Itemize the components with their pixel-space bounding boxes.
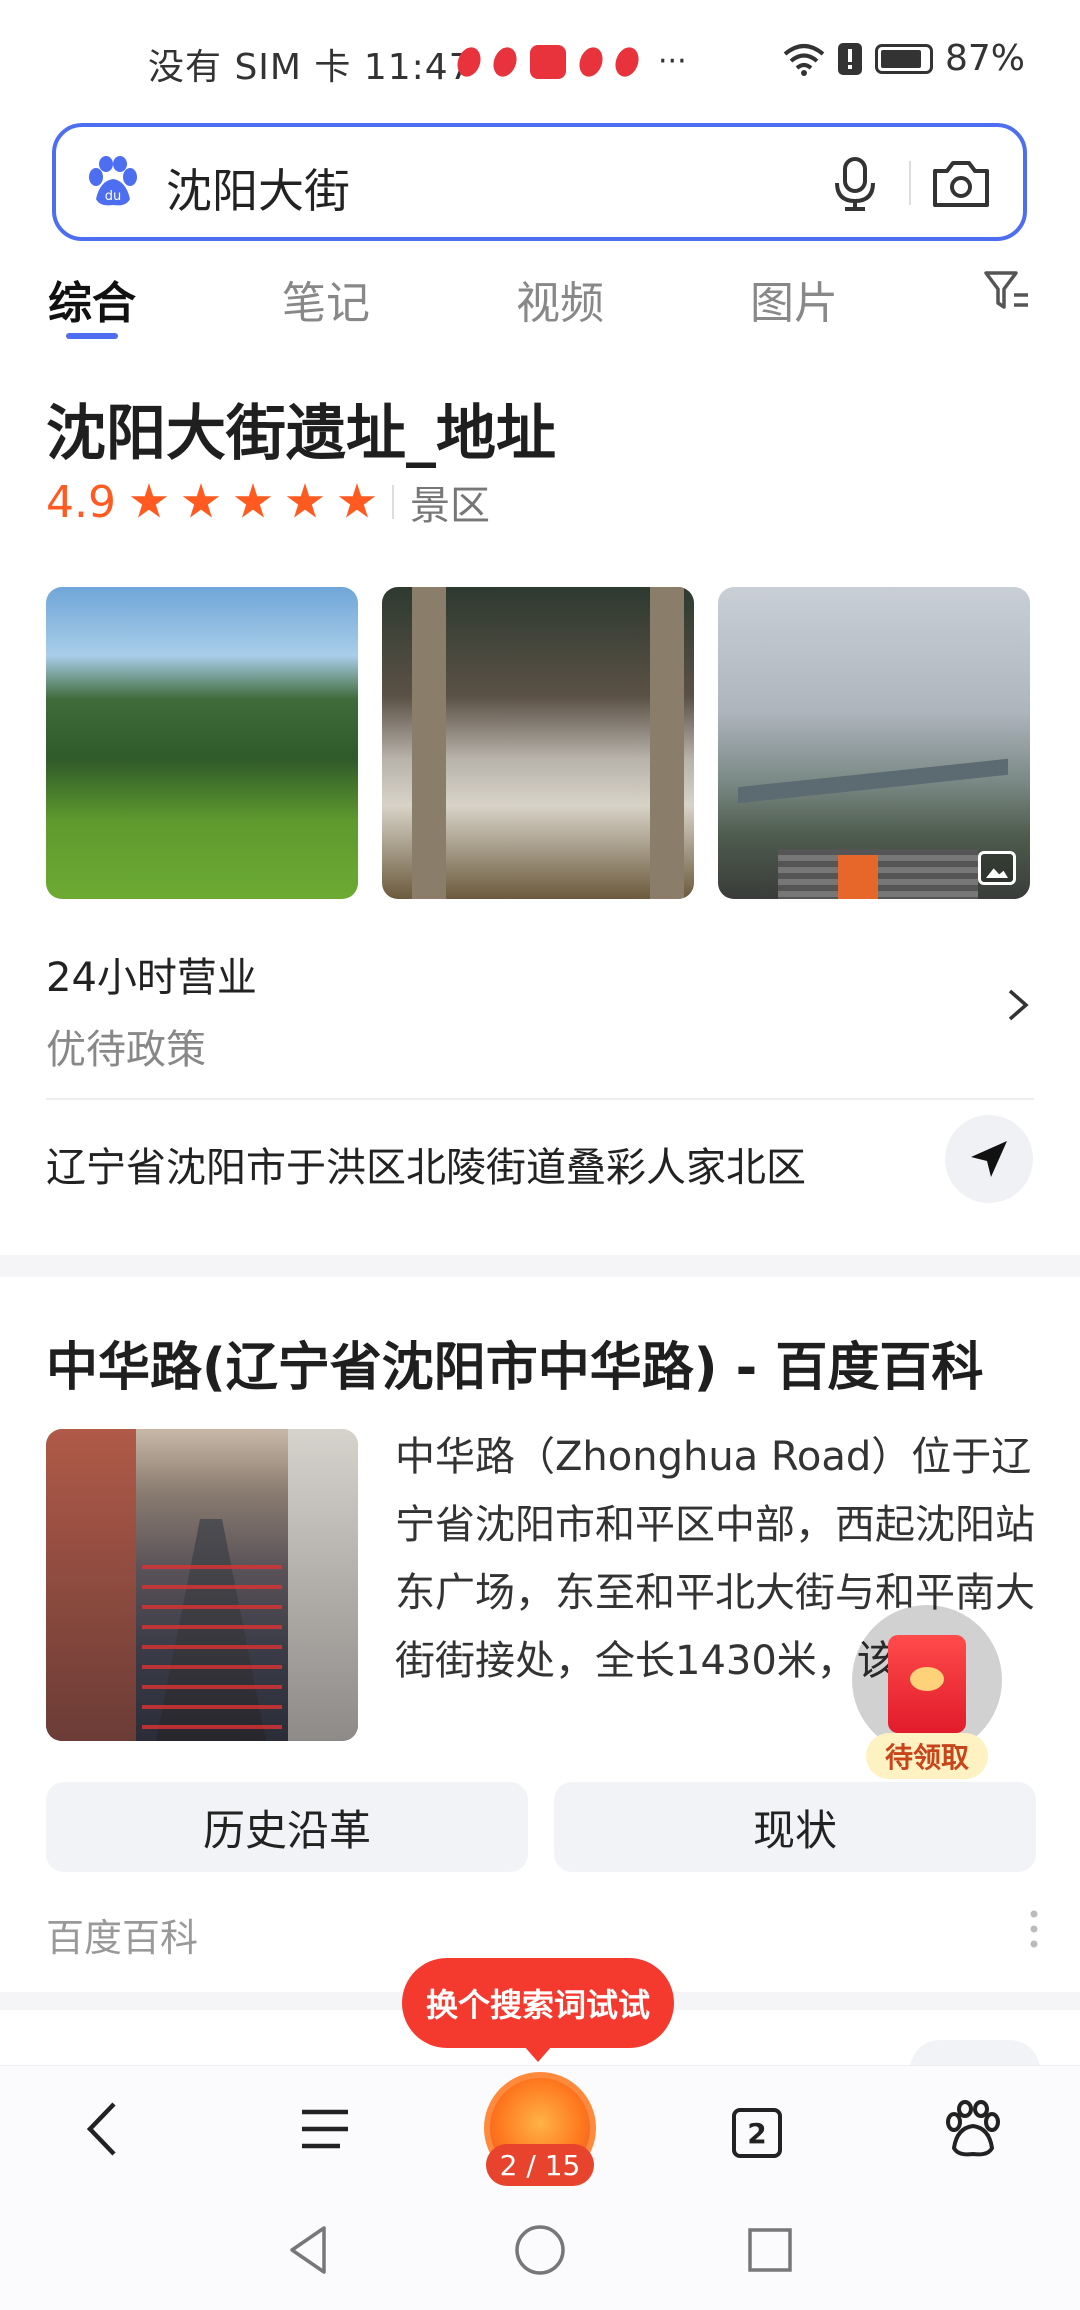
- baidu-paw-icon: du: [89, 156, 137, 206]
- svg-text:du: du: [105, 189, 122, 204]
- rating-value: 4.9: [46, 476, 116, 528]
- status-indicators: 87%: [783, 38, 1025, 79]
- battery-icon: [874, 43, 933, 74]
- battery-percent: 87%: [944, 38, 1025, 79]
- baike-title[interactable]: 中华路(辽宁省沈阳市中华路) - 百度百科: [46, 1325, 983, 1400]
- red-packet-icon: [888, 1635, 966, 1733]
- place-photo[interactable]: [46, 587, 358, 899]
- rating-row: 4.9 景区: [46, 473, 490, 531]
- divider: [46, 1098, 1034, 1100]
- active-tab-indicator: [66, 333, 118, 339]
- tab-notes[interactable]: 笔记: [282, 267, 370, 331]
- discount-policy: 优待政策: [46, 1027, 206, 1073]
- more-options-icon[interactable]: [1030, 1909, 1038, 1949]
- tab-videos[interactable]: 视频: [516, 267, 604, 331]
- star-icon: [234, 483, 272, 518]
- photo-detail: [412, 587, 446, 899]
- photo-strip: [46, 587, 1030, 899]
- tab-images[interactable]: 图片: [750, 267, 838, 331]
- photo-detail: [778, 849, 978, 899]
- change-keyword-bubble[interactable]: 换个搜索词试试: [402, 1958, 674, 2062]
- notification-icon: [611, 43, 643, 80]
- baike-thumbnail[interactable]: [46, 1429, 358, 1741]
- opening-hours: 24小时营业: [46, 955, 257, 1001]
- notification-icon: [489, 43, 521, 80]
- gallery-icon[interactable]: [978, 851, 1016, 885]
- star-icon: [338, 483, 376, 518]
- photo-detail: [288, 1429, 358, 1741]
- baike-chips: 历史沿革 现状: [46, 1782, 1036, 1872]
- mic-icon[interactable]: [825, 153, 885, 213]
- filter-icon[interactable]: [982, 267, 1032, 317]
- status-carrier-time: 没有 SIM 卡 11:47: [148, 47, 473, 88]
- search-tabs: 综合 笔记 视频 图片: [0, 245, 1080, 345]
- tabs-button[interactable]: 2: [732, 2108, 782, 2158]
- chevron-right-icon: [1008, 989, 1029, 1021]
- search-divider: [909, 161, 911, 205]
- place-address[interactable]: 辽宁省沈阳市于洪区北陵街道叠彩人家北区: [46, 1135, 806, 1193]
- photo-detail: [838, 855, 878, 899]
- star-icon: [130, 483, 168, 518]
- red-packet-seal: [910, 1667, 944, 1691]
- alert-icon: [837, 42, 862, 75]
- more-notifications: ···: [658, 44, 687, 79]
- place-photo[interactable]: [718, 587, 1030, 899]
- notification-icon: [453, 43, 485, 80]
- photo-detail: [142, 1549, 282, 1729]
- photo-detail: [46, 1429, 136, 1741]
- huawei-app-icon: [530, 44, 566, 79]
- status-bar: 没有 SIM 卡 11:47 ··· 87%: [0, 0, 1080, 115]
- star-icon: [182, 483, 220, 518]
- source-label: 百度百科: [46, 1916, 199, 1960]
- rating-stars: [130, 483, 376, 521]
- search-query[interactable]: 沈阳大街: [166, 155, 350, 221]
- rating-divider: [391, 485, 394, 519]
- notification-icon: [575, 43, 607, 80]
- red-packet-label: 待领取: [866, 1733, 988, 1779]
- menu-icon[interactable]: [290, 2094, 360, 2164]
- search-input[interactable]: du 沈阳大街: [52, 123, 1027, 241]
- page-counter: 2 / 15: [486, 2144, 594, 2186]
- camera-icon[interactable]: [929, 153, 993, 213]
- photo-detail: [650, 587, 684, 899]
- back-icon[interactable]: [70, 2094, 140, 2164]
- wifi-icon: [783, 43, 825, 76]
- search-bar-area: du 沈阳大街: [0, 115, 1080, 245]
- place-photo[interactable]: [382, 587, 694, 899]
- navigate-button[interactable]: [945, 1115, 1033, 1203]
- chip-current-status[interactable]: 现状: [554, 1782, 1036, 1872]
- system-home-icon[interactable]: [510, 2220, 570, 2280]
- place-card[interactable]: 沈阳大街遗址_地址 4.9 景区 24小时营业 优待政策 辽宁省沈阳市于洪区北陵…: [0, 345, 1080, 1255]
- baidu-home-icon[interactable]: [938, 2094, 1008, 2164]
- star-icon: [286, 483, 324, 518]
- chip-history[interactable]: 历史沿革: [46, 1782, 528, 1872]
- hours-row[interactable]: 24小时营业 优待政策: [46, 945, 1036, 1075]
- place-title[interactable]: 沈阳大街遗址_地址: [46, 385, 556, 472]
- red-packet-widget[interactable]: 待领取: [852, 1605, 1002, 1779]
- navigate-arrow-icon: [971, 1141, 1007, 1177]
- system-back-icon[interactable]: [280, 2220, 340, 2280]
- photo-detail: [738, 758, 1008, 804]
- place-category: 景区: [409, 483, 490, 529]
- system-recents-icon[interactable]: [740, 2220, 800, 2280]
- system-nav-bar: [0, 2190, 1080, 2310]
- tab-comprehensive[interactable]: 综合: [48, 267, 136, 331]
- notification-icons: ···: [453, 43, 687, 80]
- bottom-toolbar: 2 / 15 2: [0, 2065, 1080, 2190]
